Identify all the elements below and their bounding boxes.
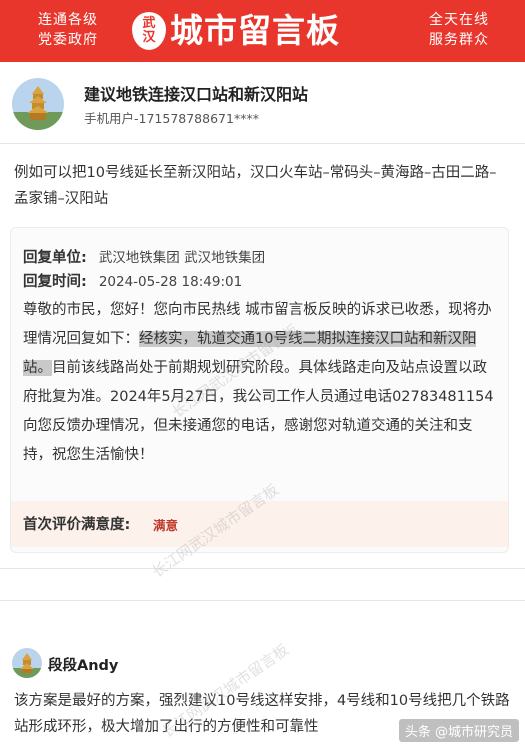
banner-right-line2: 服务群众: [429, 32, 489, 48]
post-author-avatar[interactable]: [12, 78, 64, 130]
rating-label: 首次评价满意度:: [23, 517, 131, 533]
yellow-crane-tower-icon: [12, 78, 64, 130]
wuhan-badge-icon: 武 汉: [132, 12, 166, 50]
post-user: 手机用户-171578788671****: [84, 111, 259, 126]
banner-right-line1: 全天在线: [429, 12, 489, 28]
comment-author-name[interactable]: 段段Andy: [48, 654, 118, 675]
reply-unit-label: 回复单位:: [23, 250, 87, 266]
banner-left-line1: 连通各级: [38, 12, 98, 28]
reply-text: 尊敬的市民，您好！您向市民热线 城市留言板反映的诉求已收悉，现将办理情况回复如下…: [23, 296, 499, 470]
banner-left-slogan: 连通各级 党委政府: [38, 10, 98, 50]
comment-author-avatar[interactable]: [12, 648, 42, 678]
banner-logo[interactable]: 武 汉 城市留言板: [132, 8, 382, 54]
divider: [0, 568, 525, 569]
site-title: 城市留言板: [170, 11, 340, 50]
header-banner: 连通各级 党委政府 武 汉 城市留言板 全天在线 服务群众: [0, 0, 525, 62]
official-reply: 回复单位: 武汉地铁集团 武汉地铁集团 回复时间: 2024-05-28 18:49…: [10, 227, 509, 553]
divider: [0, 143, 525, 144]
reply-unit-row: 回复单位: 武汉地铁集团 武汉地铁集团: [23, 246, 265, 267]
divider: [0, 600, 525, 601]
tower-thumbnail-icon: [12, 648, 42, 678]
post-content: 例如可以把10号线延长至新汉阳站，汉口火车站–常码头–黄海路–古田二路–孟家铺–…: [14, 165, 497, 207]
badge-char1: 武: [142, 16, 156, 31]
badge-char2: 汉: [142, 30, 156, 45]
reply-text-after: 目前该线路尚处于前期规划研究阶段。具体线路走向及站点设置以政府批复为准。2024…: [23, 360, 494, 463]
source-tag: 头条 @城市研究员: [398, 719, 519, 742]
reply-unit-value: 武汉地铁集团 武汉地铁集团: [98, 250, 266, 266]
satisfaction-rating: 首次评价满意度: 满意: [11, 501, 508, 547]
reply-time-value: 2024-05-28 18:49:01: [98, 274, 243, 290]
post-title: 建议地铁连接汉口站和新汉阳站: [84, 85, 309, 104]
reply-time-row: 回复时间: 2024-05-28 18:49:01: [23, 270, 242, 291]
rating-value: 满意: [153, 518, 179, 533]
reply-time-label: 回复时间:: [23, 274, 87, 290]
banner-left-line2: 党委政府: [38, 32, 98, 48]
banner-right-slogan: 全天在线 服务群众: [429, 10, 489, 50]
